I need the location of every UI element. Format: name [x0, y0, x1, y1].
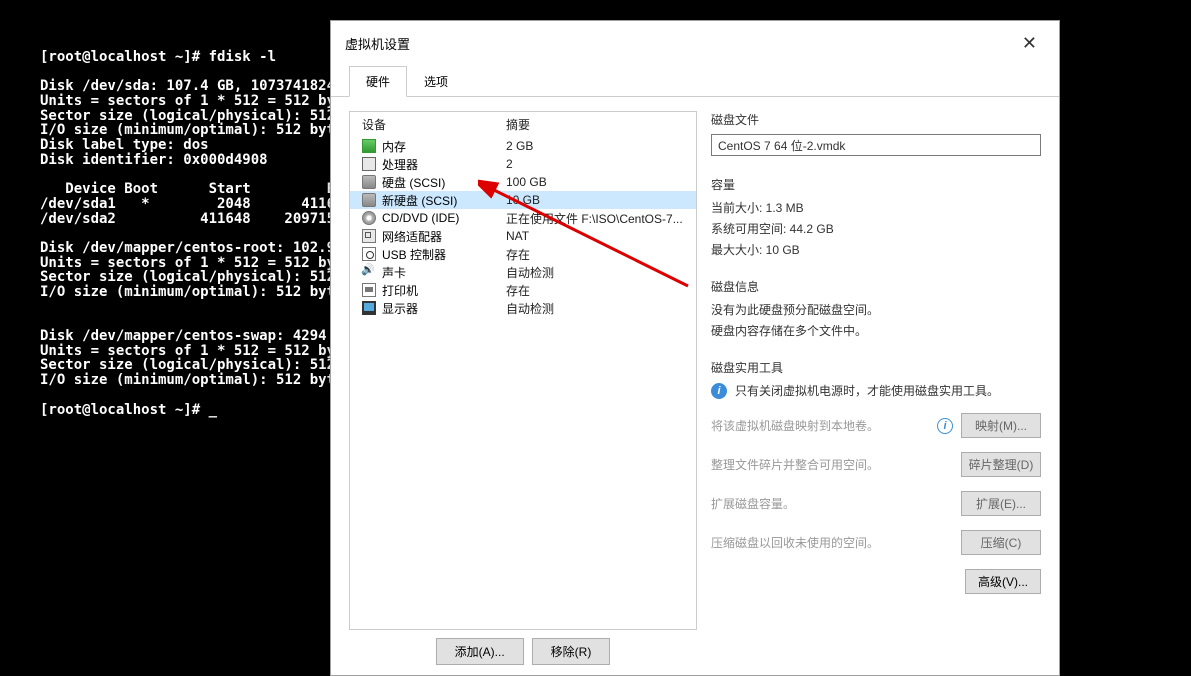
device-row-cd[interactable]: CD/DVD (IDE) 正在使用文件 F:\ISO\CentOS-7...: [350, 209, 696, 227]
compact-button[interactable]: 压缩(C): [961, 530, 1041, 555]
device-name: 新硬盘 (SCSI): [382, 192, 457, 209]
diskfile-field[interactable]: CentOS 7 64 位-2.vmdk: [711, 134, 1041, 156]
tools-label: 磁盘实用工具: [711, 359, 1041, 376]
tab-hardware[interactable]: 硬件: [349, 66, 407, 97]
header-device: 设备: [350, 116, 506, 133]
device-name: CD/DVD (IDE): [382, 211, 459, 225]
tools-info-row: i 只有关闭虚拟机电源时，才能使用磁盘实用工具。: [711, 382, 1041, 399]
device-row-cpu[interactable]: 处理器 2: [350, 155, 696, 173]
device-row-net[interactable]: 网络适配器 NAT: [350, 227, 696, 245]
device-row-usb[interactable]: USB 控制器 存在: [350, 245, 696, 263]
map-button[interactable]: 映射(M)...: [961, 413, 1041, 438]
expand-row: 扩展磁盘容量。 扩展(E)...: [711, 491, 1041, 516]
usb-icon: [362, 247, 376, 261]
device-summary: 存在: [506, 282, 696, 299]
device-list-header: 设备 摘要: [350, 112, 696, 137]
device-row-sound[interactable]: 声卡 自动检测: [350, 263, 696, 281]
remove-button[interactable]: 移除(R): [532, 638, 611, 665]
diskfile-label: 磁盘文件: [711, 111, 1041, 128]
free-space: 系统可用空间: 44.2 GB: [711, 220, 1041, 237]
capacity-label: 容量: [711, 176, 1041, 193]
dialog-titlebar: 虚拟机设置 ✕: [331, 21, 1059, 65]
device-summary: 2: [506, 157, 696, 171]
info-icon: i: [711, 383, 727, 399]
device-summary: 正在使用文件 F:\ISO\CentOS-7...: [506, 210, 696, 227]
printer-icon: [362, 283, 376, 297]
map-row: 将该虚拟机磁盘映射到本地卷。 i 映射(M)...: [711, 413, 1041, 438]
device-list: 设备 摘要 内存 2 GB 处理器 2 硬盘 (SCSI) 100 GB 新硬盘 (SCSI…: [349, 111, 697, 630]
device-name: USB 控制器: [382, 246, 446, 263]
expand-button[interactable]: 扩展(E)...: [961, 491, 1041, 516]
device-summary: NAT: [506, 229, 696, 243]
memory-icon: [362, 139, 376, 153]
tabs-bar: 硬件 选项: [331, 65, 1059, 97]
display-icon: [362, 301, 376, 315]
device-name: 处理器: [382, 156, 418, 173]
max-size: 最大大小: 10 GB: [711, 241, 1041, 258]
tab-options[interactable]: 选项: [407, 66, 465, 97]
vm-settings-dialog: 虚拟机设置 ✕ 硬件 选项 设备 摘要 内存 2 GB 处理器 2 硬盘 (SCSI) 1…: [330, 20, 1060, 676]
device-row-memory[interactable]: 内存 2 GB: [350, 137, 696, 155]
defrag-desc: 整理文件碎片并整合可用空间。: [711, 456, 953, 473]
close-icon[interactable]: ✕: [1014, 29, 1045, 58]
cd-icon: [362, 211, 376, 225]
net-icon: [362, 229, 376, 243]
current-size: 当前大小: 1.3 MB: [711, 199, 1041, 216]
diskinfo-label: 磁盘信息: [711, 278, 1041, 295]
tools-info-text: 只有关闭虚拟机电源时，才能使用磁盘实用工具。: [735, 382, 1041, 399]
device-name: 硬盘 (SCSI): [382, 174, 445, 191]
device-name: 显示器: [382, 300, 418, 317]
expand-desc: 扩展磁盘容量。: [711, 495, 953, 512]
advanced-button[interactable]: 高级(V)...: [965, 569, 1041, 594]
diskinfo-line1: 没有为此硬盘预分配磁盘空间。: [711, 301, 1041, 318]
disk-icon: [362, 193, 376, 207]
dialog-title: 虚拟机设置: [345, 34, 1014, 53]
device-buttons: 添加(A)... 移除(R): [349, 630, 697, 665]
cpu-icon: [362, 157, 376, 171]
hardware-right-panel: 磁盘文件 CentOS 7 64 位-2.vmdk 容量 当前大小: 1.3 M…: [697, 111, 1041, 665]
add-button[interactable]: 添加(A)...: [436, 638, 524, 665]
map-desc: 将该虚拟机磁盘映射到本地卷。: [711, 417, 929, 434]
defrag-row: 整理文件碎片并整合可用空间。 碎片整理(D): [711, 452, 1041, 477]
device-row-disk[interactable]: 硬盘 (SCSI) 100 GB: [350, 173, 696, 191]
device-name: 内存: [382, 138, 406, 155]
device-summary: 10 GB: [506, 193, 696, 207]
info-icon: i: [937, 418, 953, 434]
device-summary: 100 GB: [506, 175, 696, 189]
diskinfo-line2: 硬盘内容存储在多个文件中。: [711, 322, 1041, 339]
device-summary: 2 GB: [506, 139, 696, 153]
device-summary: 自动检测: [506, 300, 696, 317]
device-summary: 存在: [506, 246, 696, 263]
header-summary: 摘要: [506, 116, 696, 133]
compact-desc: 压缩磁盘以回收未使用的空间。: [711, 534, 953, 551]
device-name: 网络适配器: [382, 228, 442, 245]
device-name: 打印机: [382, 282, 418, 299]
device-summary: 自动检测: [506, 264, 696, 281]
device-name: 声卡: [382, 264, 406, 281]
device-row-printer[interactable]: 打印机 存在: [350, 281, 696, 299]
defrag-button[interactable]: 碎片整理(D): [961, 452, 1041, 477]
device-row-display[interactable]: 显示器 自动检测: [350, 299, 696, 317]
device-row-disk[interactable]: 新硬盘 (SCSI) 10 GB: [350, 191, 696, 209]
hardware-left-panel: 设备 摘要 内存 2 GB 处理器 2 硬盘 (SCSI) 100 GB 新硬盘 (SCSI…: [349, 111, 697, 665]
compact-row: 压缩磁盘以回收未使用的空间。 压缩(C): [711, 530, 1041, 555]
disk-icon: [362, 175, 376, 189]
sound-icon: [362, 265, 376, 279]
